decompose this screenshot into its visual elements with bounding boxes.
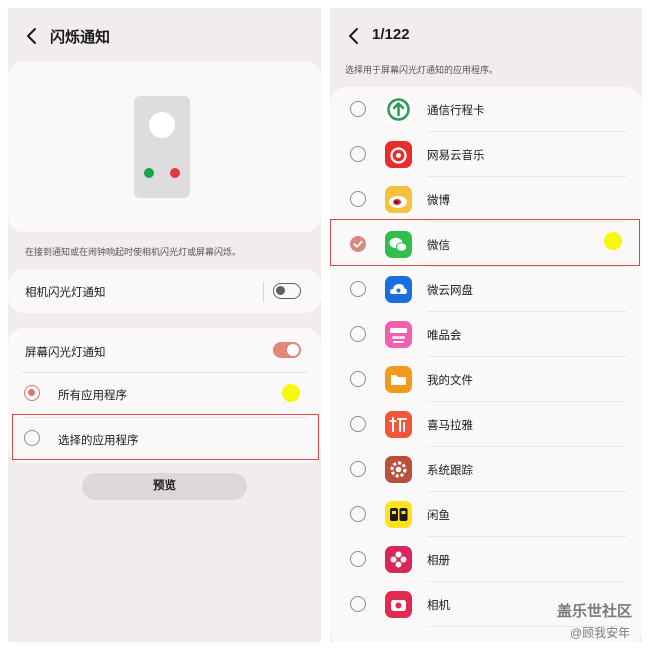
screen-flash-toggle[interactable]: [273, 342, 301, 358]
app-checkbox[interactable]: [350, 191, 366, 207]
app-checkbox[interactable]: [350, 416, 366, 432]
app-row-vipshop[interactable]: 唯品会: [330, 312, 642, 357]
app-checkbox[interactable]: [350, 461, 366, 477]
back-button[interactable]: [22, 26, 42, 46]
camera-flash-toggle[interactable]: [273, 283, 301, 299]
app-row-gallery[interactable]: 相册: [330, 537, 642, 582]
description-text: 选择用于屏幕闪光灯通知的应用程序。: [345, 65, 499, 75]
app-checkbox[interactable]: [350, 146, 366, 162]
gallery-icon: [385, 546, 412, 573]
app-checkbox[interactable]: [350, 596, 366, 612]
watermark-community: 盖乐世社区: [557, 603, 633, 620]
back-arrow-icon: [27, 28, 36, 44]
phone-screen-circle: [149, 112, 175, 138]
page-title: 闪烁通知: [50, 29, 111, 46]
preview-button[interactable]: 预览: [82, 473, 247, 500]
illustration-card: [8, 61, 321, 232]
app-name: 微博: [427, 195, 450, 207]
header: 闪烁通知: [8, 8, 321, 64]
back-arrow-icon: [349, 28, 358, 44]
flash-notification-screen: 闪烁通知 在接到通知或在闹钟响起时使相机闪光灯或屏幕闪烁。 相机闪光灯通知 屏幕…: [8, 8, 321, 642]
app-name: 网易云音乐: [427, 150, 485, 162]
back-button[interactable]: [344, 26, 364, 46]
phone-illustration: [134, 96, 190, 198]
weibo-icon: [385, 186, 412, 213]
app-row-ximalaya[interactable]: 喜马拉雅: [330, 402, 642, 447]
app-row-my-files[interactable]: 我的文件: [330, 357, 642, 402]
app-name: 相册: [427, 555, 450, 567]
xianyu-icon: [385, 501, 412, 528]
app-row-netease-music[interactable]: 网易云音乐: [330, 132, 642, 177]
vipshop-icon: [385, 321, 412, 348]
app-checkbox[interactable]: [350, 371, 366, 387]
green-dot: [144, 168, 154, 178]
ximalaya-icon: [385, 411, 412, 438]
app-checkbox[interactable]: [350, 506, 366, 522]
app-row-xianyu[interactable]: 闲鱼: [330, 492, 642, 537]
annotation-box: [330, 219, 640, 266]
app-checkbox[interactable]: [350, 551, 366, 567]
app-row-travel-card[interactable]: 通信行程卡: [330, 87, 642, 132]
camera-flash-label: 相机闪光灯通知: [25, 287, 106, 299]
system-trace-icon: [385, 456, 412, 483]
app-name: 相机: [427, 600, 450, 612]
netease-music-icon: [385, 141, 412, 168]
app-name: 微云网盘: [427, 285, 473, 297]
radio-selected[interactable]: [24, 385, 40, 401]
red-dot: [170, 168, 180, 178]
app-selection-screen: 1/122 选择用于屏幕闪光灯通知的应用程序。 通信行程卡 网易云音乐 微博 微…: [330, 8, 642, 642]
app-row-weiyun[interactable]: 微云网盘: [330, 267, 642, 312]
app-checkbox[interactable]: [350, 281, 366, 297]
app-checkbox[interactable]: [350, 101, 366, 117]
screen-flash-label: 屏幕闪光灯通知: [25, 347, 106, 359]
app-name: 我的文件: [427, 375, 473, 387]
app-name: 通信行程卡: [427, 105, 485, 117]
app-list: 通信行程卡 网易云音乐 微博 微信 微云网盘 唯品会 我的文件 喜马拉雅 系统跟…: [330, 87, 642, 642]
option-all-apps[interactable]: 所有应用程序: [8, 373, 321, 417]
annotation-box: [12, 414, 319, 460]
camera-flash-row[interactable]: 相机闪光灯通知: [8, 269, 321, 313]
my-files-icon: [385, 366, 412, 393]
app-name: 唯品会: [427, 330, 462, 342]
app-checkbox[interactable]: [350, 326, 366, 342]
app-row-system-trace[interactable]: 系统跟踪: [330, 447, 642, 492]
yellow-marker: [282, 384, 300, 402]
camera-icon: [385, 591, 412, 618]
app-name: 闲鱼: [427, 510, 450, 522]
watermark-author: @顾我安年: [570, 626, 631, 640]
header: 1/122: [330, 8, 642, 64]
description-text: 在接到通知或在闹钟响起时使相机闪光灯或屏幕闪烁。: [25, 247, 242, 257]
app-name: 喜马拉雅: [427, 420, 473, 432]
divider: [263, 282, 264, 302]
app-name: 系统跟踪: [427, 465, 473, 477]
selection-count: 1/122: [372, 26, 410, 43]
app-row-weibo[interactable]: 微博: [330, 177, 642, 222]
option-all-apps-label: 所有应用程序: [58, 390, 127, 402]
travel-card-icon: [385, 96, 412, 123]
weiyun-icon: [385, 276, 412, 303]
